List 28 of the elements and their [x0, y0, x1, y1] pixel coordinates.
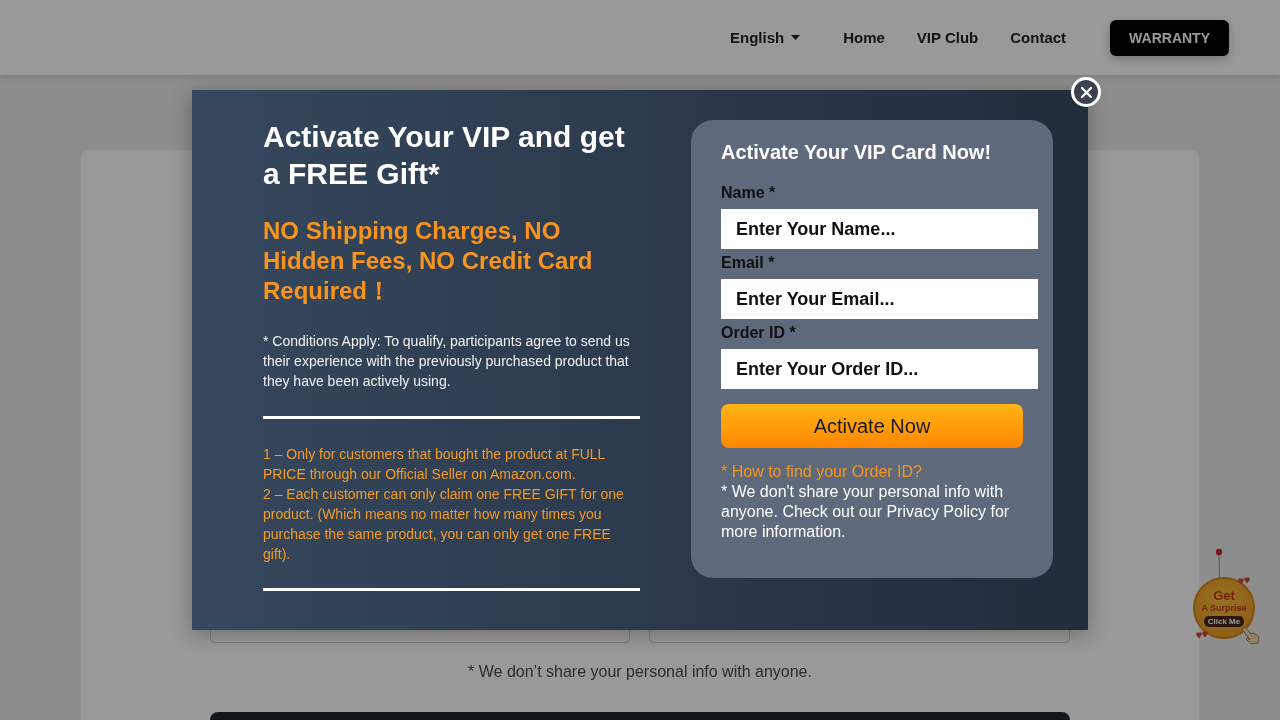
activate-button[interactable]: Activate Now: [721, 404, 1023, 448]
privacy-note: * We don't share your personal info with anyone. Check out our Privacy Policy for more information.: [721, 482, 1011, 542]
privacy-note: * We don’t share your personal info with anyone.: [467, 662, 813, 682]
input-field[interactable]: Enter Your Name...: [721, 209, 1038, 249]
field-label: Email *: [721, 253, 776, 273]
modal-title: Activate Your VIP and get a FREE Gift*: [263, 119, 626, 192]
input-field[interactable]: Enter Your Order ID...: [721, 349, 1038, 389]
caret-icon: [791, 35, 801, 40]
field-label: Order ID *: [721, 323, 797, 343]
rule-text: 1 – Only for customers that bought the product at FULL PRICE through our Official Seller on Amazon.com.: [263, 445, 606, 484]
heart-icon: [1196, 630, 1208, 639]
form-title: Activate Your VIP Card Now!: [721, 140, 993, 164]
offer-subtitle: NO Shipping Charges, NO Hidden Fees, NO Credit Card Required！: [263, 216, 594, 306]
pin-icon: [1215, 548, 1223, 580]
surprise-badge[interactable]: Get A Surprise Click Me: [1193, 577, 1255, 639]
nav-link[interactable]: VIP Club: [916, 29, 979, 46]
language-dropdown[interactable]: English: [730, 29, 801, 46]
rule-text: 2 – Each customer can only claim one FREE GIFT for one product. (Which means no matter how many times you purchase the same product, you can only get one FREE gift).: [263, 485, 625, 564]
nav-link[interactable]: Contact: [1010, 29, 1067, 46]
hand-cursor-icon: [1240, 626, 1260, 645]
input-field[interactable]: Enter Your Email...: [721, 279, 1038, 319]
close-button[interactable]: [1071, 77, 1101, 107]
nav-link[interactable]: Home: [843, 29, 885, 46]
heart-icon: [1238, 576, 1250, 585]
conditions-text: * Conditions Apply: To qualify, participants agree to send us their experience with the previously purchased product that they have been actively using.: [263, 332, 631, 391]
field-label: Name *: [721, 183, 777, 203]
warranty-button[interactable]: WARRANTY: [1110, 19, 1229, 56]
close-icon: [1080, 86, 1092, 98]
